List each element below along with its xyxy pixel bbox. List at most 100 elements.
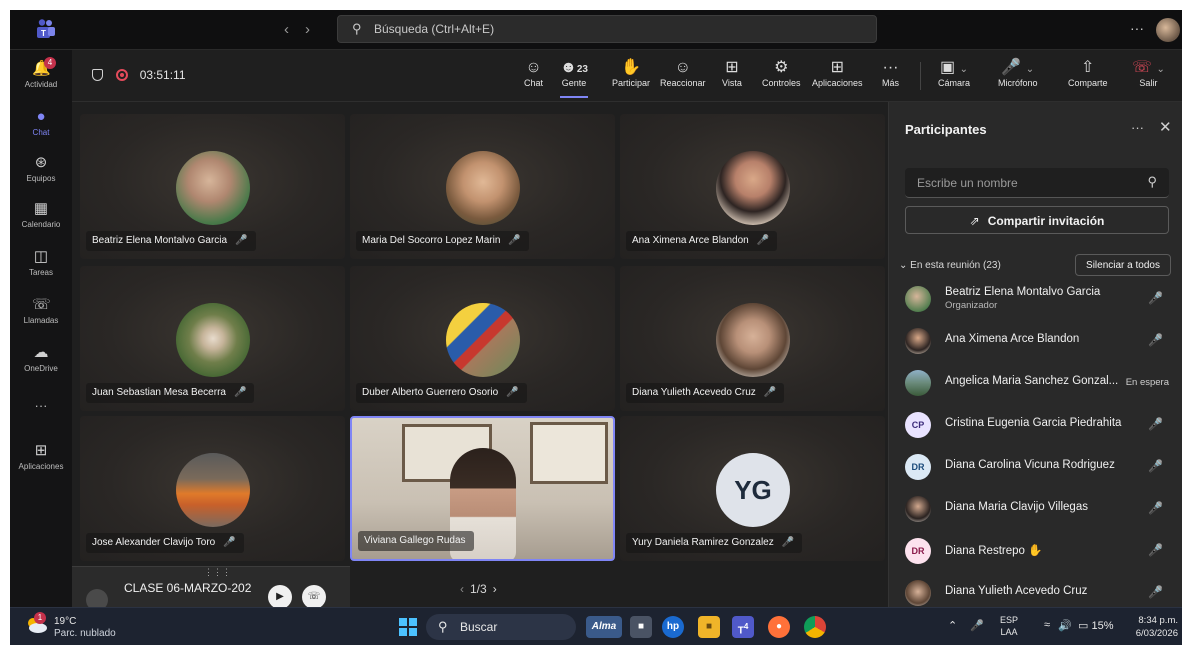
mic-button[interactable]: 🎤 ⌄ Micrófono (998, 58, 1038, 88)
teams-logo-icon[interactable]: T (34, 19, 56, 39)
video-tile[interactable]: Diana Yulieth Acevedo Cruz 🎤 (620, 266, 885, 411)
more-button[interactable]: ··· Más (882, 58, 899, 88)
close-icon[interactable]: ✕ (1159, 118, 1172, 136)
more-dots: ··· (34, 398, 48, 413)
chevron-down-icon[interactable]: ⌄ (1156, 64, 1164, 75)
rail-item-chat[interactable]: ● Chat (10, 108, 72, 137)
controls-button[interactable]: ⚙ Controles (762, 58, 801, 88)
participant-avatar (905, 580, 931, 606)
in-meeting-section[interactable]: ⌄ En esta reunión (23) (899, 260, 1001, 271)
taskbar-search[interactable]: ⚲ Buscar (426, 614, 576, 640)
video-tile[interactable]: Beatriz Elena Montalvo Garcia 🎤 (80, 114, 345, 259)
prev-page-icon[interactable]: ‹ (460, 582, 464, 596)
camera-button[interactable]: ▣ ⌄ Cámara (938, 58, 970, 88)
back-arrow-icon[interactable]: ‹ (284, 21, 305, 38)
chevron-down-icon[interactable]: ⌄ (1026, 64, 1034, 75)
share-invite-button[interactable]: ⇗ Compartir invitación (905, 206, 1169, 234)
hp-app-icon[interactable]: hp (662, 616, 684, 638)
chat-label: Chat (524, 78, 544, 88)
video-tile[interactable]: Duber Alberto Guerrero Osorio 🎤 (350, 266, 615, 411)
mic-off-icon[interactable]: 🎤 (1148, 333, 1163, 347)
participant-name-tag: Yury Daniela Ramirez Gonzalez 🎤 (626, 533, 803, 553)
people-button[interactable]: ☻23 Gente (560, 58, 588, 98)
participant-row[interactable]: Angelica Maria Sanchez Gonzal... En espe… (905, 364, 1175, 404)
chrome-icon[interactable] (804, 616, 826, 638)
participant-row[interactable]: Beatriz Elena Montalvo Garcia Organizado… (905, 280, 1175, 320)
participant-row[interactable]: Ana Ximena Arce Blandon 🎤 (905, 322, 1175, 362)
leave-button[interactable]: ☏ ⌄ Salir (1132, 58, 1165, 88)
drag-handle-icon[interactable]: ⋮⋮⋮ (204, 567, 231, 578)
participant-name-text: Diana Restrepo (945, 545, 1025, 557)
search-icon: ⚲ (352, 21, 362, 36)
video-tile[interactable]: YG Yury Daniela Ramirez Gonzalez 🎤 (620, 416, 885, 561)
next-page-icon[interactable]: › (493, 582, 497, 596)
mic-off-icon[interactable]: 🎤 (1148, 585, 1163, 599)
rail-item-llamadas[interactable]: ☏ Llamadas (10, 296, 72, 325)
participant-name-tag: Ana Ximena Arce Blandon 🎤 (626, 231, 778, 251)
video-tile[interactable]: Ana Ximena Arce Blandon 🎤 (620, 114, 885, 259)
battery-indicator[interactable]: ▭ 15% (1078, 619, 1114, 632)
view-button[interactable]: ⊞ Vista (722, 58, 742, 88)
share-button[interactable]: ⇧ Comparte (1068, 58, 1108, 88)
history-nav[interactable]: ‹› (284, 21, 326, 38)
speaker-icon[interactable]: 🔊 (1058, 619, 1072, 632)
mic-label: Micrófono (998, 78, 1038, 88)
apps-button[interactable]: ⊞ Aplicaciones (812, 58, 863, 88)
file-explorer-icon[interactable]: ■ (698, 616, 720, 638)
teams-taskbar-icon[interactable]: T4 (732, 616, 754, 638)
teams-window: T ‹› ⚲ Búsqueda (Ctrl+Alt+E) ··· 🔔 4 Act… (10, 10, 1182, 645)
mute-all-button[interactable]: Silenciar a todos (1075, 254, 1171, 276)
firefox-icon[interactable]: ● (768, 616, 790, 638)
mic-off-icon: 🎤 (508, 235, 521, 246)
participant-name: Yury Daniela Ramirez Gonzalez (632, 537, 774, 548)
rail-item-actividad[interactable]: 🔔 4 Actividad (10, 57, 72, 89)
participant-row[interactable]: Diana Maria Clavijo Villegas 🎤 (905, 490, 1175, 530)
hang-up-icon[interactable]: ☏ (302, 585, 326, 609)
raise-hand-button[interactable]: ✋ Participar (612, 58, 650, 88)
microphone-icon[interactable]: 🎤 (970, 619, 984, 632)
participant-search-input[interactable]: Escribe un nombre ⚲ (905, 168, 1169, 198)
search-placeholder: Búsqueda (Ctrl+Alt+E) (374, 22, 495, 36)
activity-badge: 4 (44, 57, 56, 69)
participant-name: Diana Carolina Vicuna Rodriguez (945, 459, 1115, 471)
user-avatar[interactable] (1156, 18, 1180, 42)
chat-button[interactable]: ☺ Chat (524, 58, 543, 88)
video-tile[interactable]: Juan Sebastian Mesa Becerra 🎤 (80, 266, 345, 411)
forward-arrow-icon[interactable]: › (305, 21, 326, 38)
alma-app-icon[interactable]: Alma (586, 616, 622, 638)
chevron-down-icon[interactable]: ⌄ (960, 64, 968, 75)
more-options-icon[interactable]: ··· (1130, 20, 1144, 36)
raise-label: Participar (612, 78, 651, 88)
rail-item-calendario[interactable]: ▦ Calendario (10, 200, 72, 229)
participant-row[interactable]: DR Diana Carolina Vicuna Rodriguez 🎤 (905, 448, 1175, 488)
rail-item-aplicaciones[interactable]: ⊞ Aplicaciones (10, 442, 72, 471)
rail-item-onedrive[interactable]: ☁ OneDrive (10, 344, 72, 373)
video-tile[interactable]: Jose Alexander Clavijo Toro 🎤 (80, 416, 345, 561)
windows-start-icon[interactable] (399, 618, 417, 636)
chevron-up-icon[interactable]: ⌃ (948, 619, 957, 632)
mic-off-icon[interactable]: 🎤 (1148, 291, 1163, 305)
mic-off-icon[interactable]: 🎤 (1148, 543, 1163, 557)
react-button[interactable]: ☺ Reaccionar (660, 58, 706, 88)
mic-off-icon[interactable]: 🎤 (1148, 459, 1163, 473)
battery-level: 15% (1091, 620, 1114, 632)
mic-off-icon[interactable]: 🎤 (1148, 501, 1163, 515)
mic-off-icon[interactable]: 🎤 (1148, 417, 1163, 431)
participant-row[interactable]: DR Diana Restrepo ✋ 🎤 (905, 532, 1175, 572)
search-input[interactable]: ⚲ Búsqueda (Ctrl+Alt+E) (337, 15, 877, 43)
play-icon[interactable]: ▶ (268, 585, 292, 609)
rail-item-equipos[interactable]: ⊛ Equipos (10, 154, 72, 183)
more-options-icon[interactable]: ··· (1131, 120, 1144, 135)
window-app-icon[interactable]: ■ (630, 616, 652, 638)
system-clock[interactable]: 8:34 p.m. 6/03/2026 (1128, 614, 1178, 640)
rail-item-tareas[interactable]: ◫ Tareas (10, 248, 72, 277)
wifi-icon[interactable]: ≈ (1044, 619, 1050, 631)
meeting-mini-card[interactable]: ⋮⋮⋮ CLASE 06-MARZO-2026 ▶ ☏ (72, 566, 350, 611)
video-tile[interactable]: Maria Del Socorro Lopez Marin 🎤 (350, 114, 615, 259)
active-speaker-tile[interactable]: Viviana Gallego Rudas (350, 416, 615, 561)
participant-row[interactable]: CP Cristina Eugenia Garcia Piedrahita 🎤 (905, 406, 1175, 446)
rail-item-more[interactable]: ··· (10, 398, 72, 413)
language-indicator[interactable]: ESP LAA (1000, 614, 1018, 638)
participant-name: Ana Ximena Arce Blandon (945, 333, 1080, 345)
participant-name: Beatriz Elena Montalvo Garcia (92, 235, 228, 246)
